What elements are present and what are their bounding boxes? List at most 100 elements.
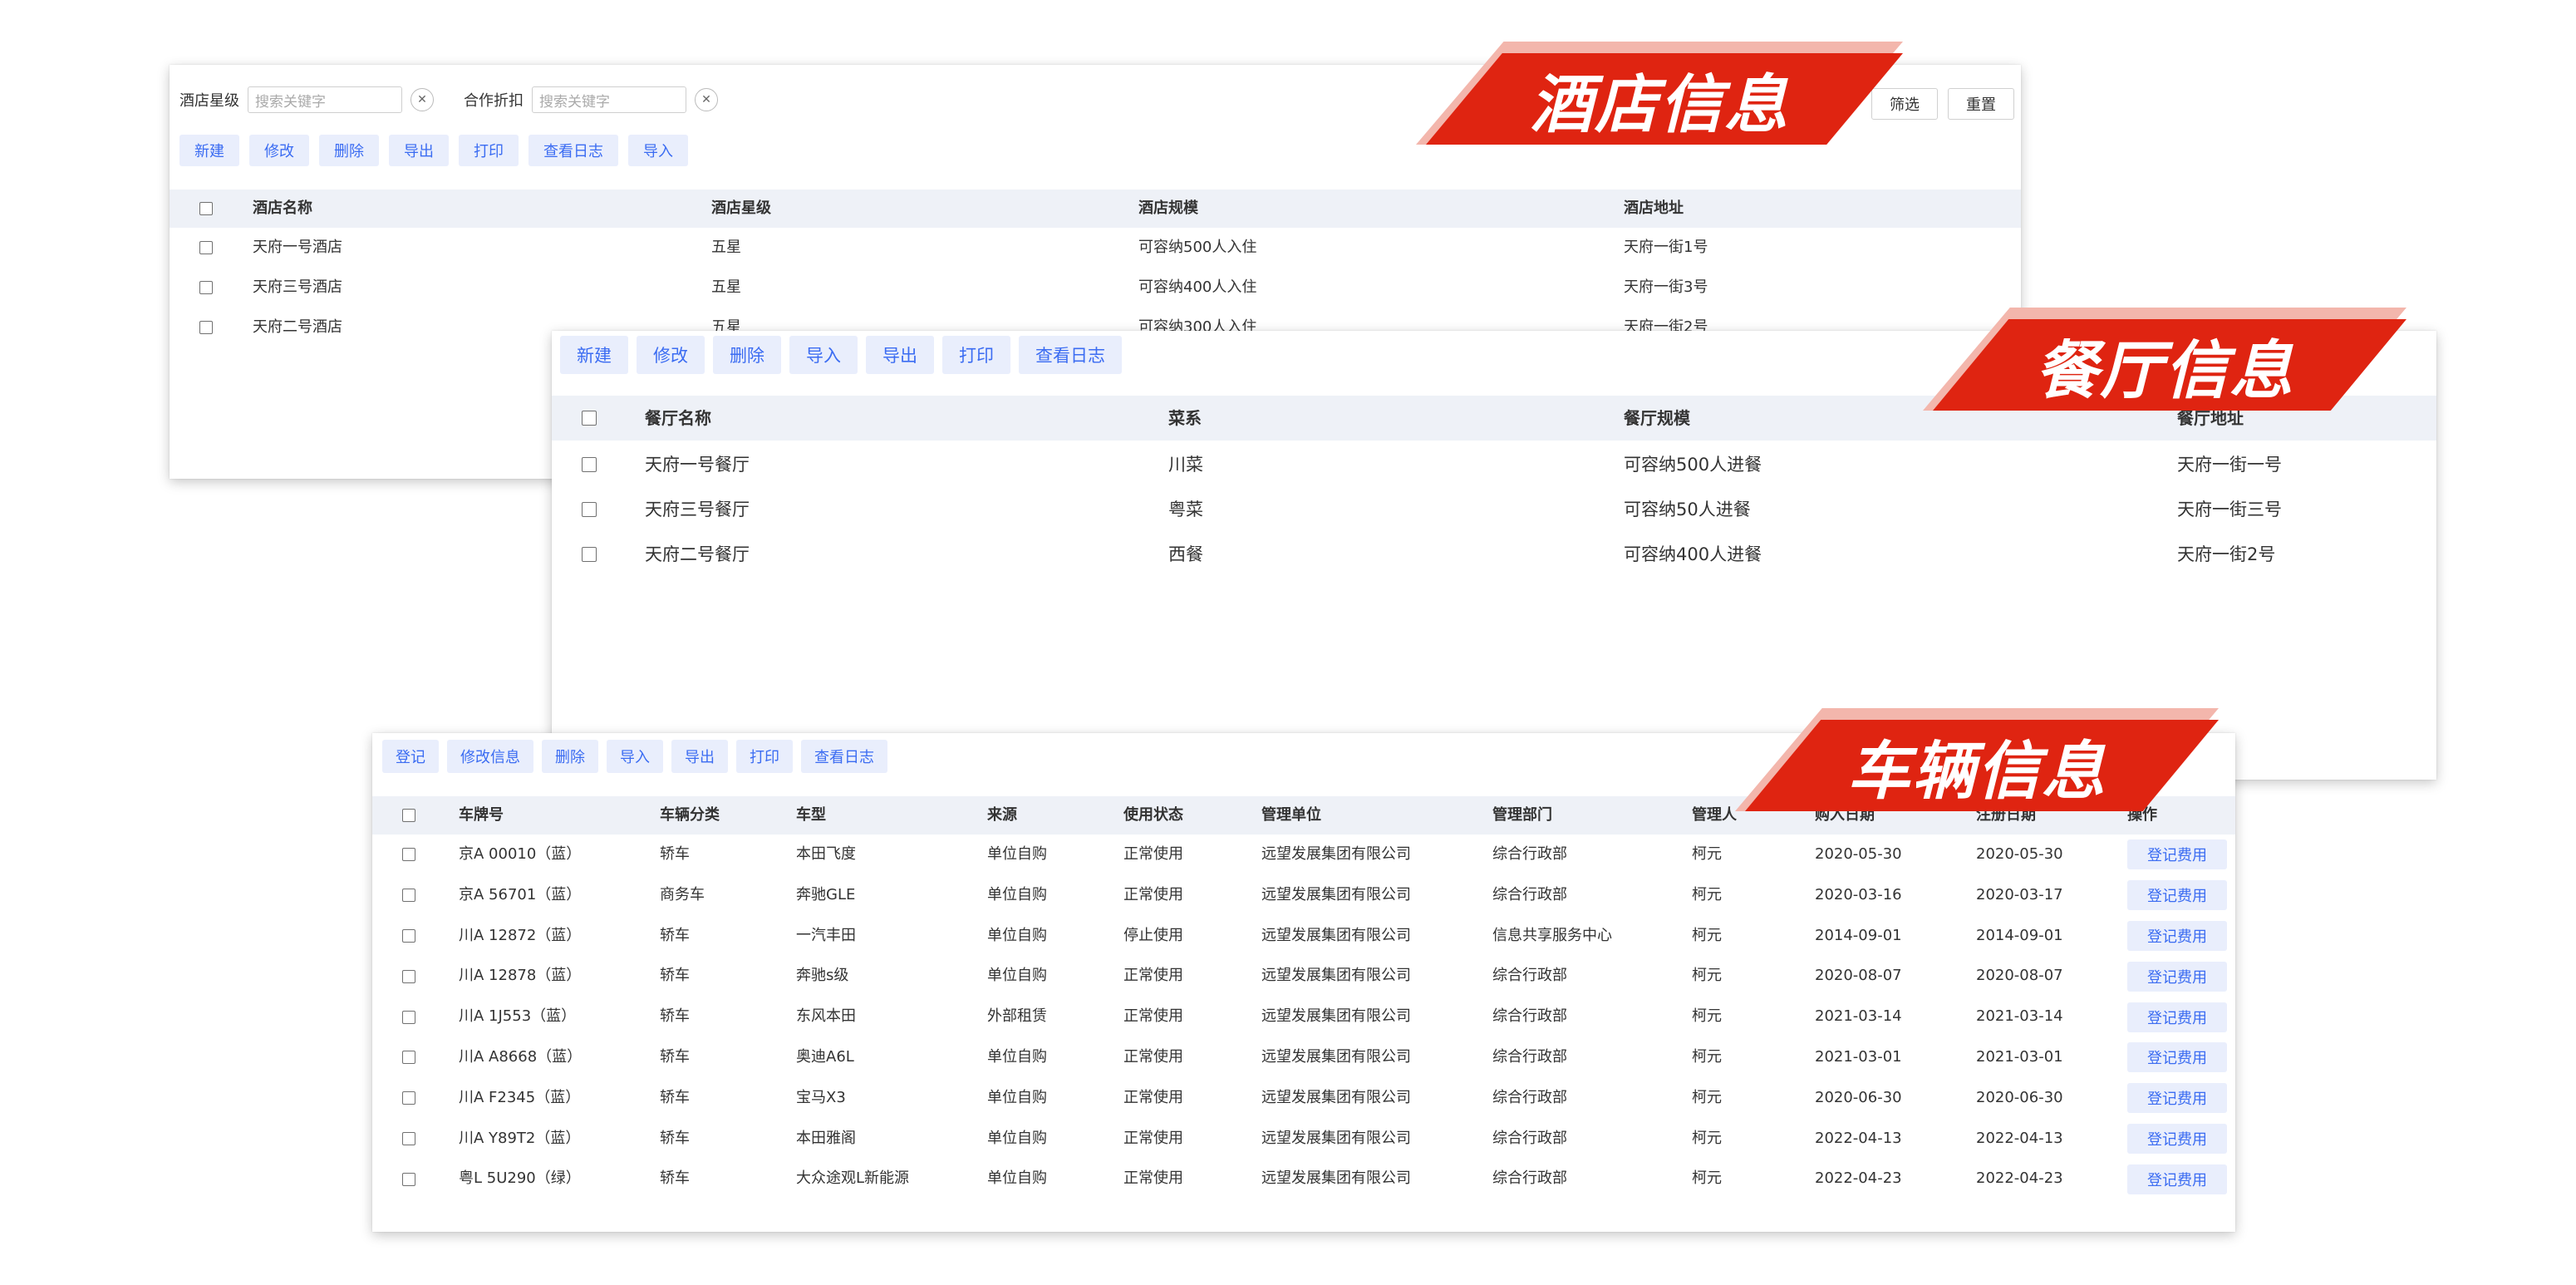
vehicle-toolbar-button[interactable]: 导入	[607, 740, 663, 773]
register-fee-button[interactable]: 登记费用	[2127, 1164, 2227, 1194]
table-cell: 正常使用	[1123, 1129, 1183, 1147]
table-cell: 正常使用	[1123, 1007, 1183, 1026]
register-fee-button[interactable]: 登记费用	[2127, 1042, 2227, 1073]
row-checkbox[interactable]	[402, 848, 415, 862]
vehicle-toolbar-button[interactable]: 删除	[542, 740, 598, 773]
star-search-input[interactable]: 搜索关键字	[248, 86, 402, 113]
vehicle-toolbar-button[interactable]: 登记	[382, 740, 439, 773]
table-cell: 2021-03-01	[1976, 1048, 2063, 1066]
table-cell: 2020-06-30	[1815, 1088, 1902, 1106]
restaurant-toolbar-button[interactable]: 修改	[637, 336, 705, 374]
row-checkbox[interactable]	[582, 547, 597, 562]
row-checkbox[interactable]	[402, 1172, 415, 1186]
table-cell: 单位自购	[987, 1129, 1047, 1147]
table-cell: 正常使用	[1123, 1088, 1183, 1106]
register-fee-button[interactable]: 登记费用	[2127, 1002, 2227, 1032]
table-cell: 轿车	[660, 926, 690, 944]
table-cell: 远望发展集团有限公司	[1261, 885, 1411, 903]
column-header: 酒店规模	[1138, 199, 1198, 217]
table-cell: 柯元	[1692, 926, 1722, 944]
vehicle-toolbar-button[interactable]: 修改信息	[447, 740, 533, 773]
column-header: 酒店名称	[253, 199, 312, 217]
row-checkbox[interactable]	[402, 969, 415, 983]
table-cell: 轿车	[660, 845, 690, 863]
table-cell: 川A 1J553（蓝）	[459, 1007, 577, 1026]
reset-button[interactable]: 重置	[1948, 88, 2014, 120]
table-cell: 单位自购	[987, 1048, 1047, 1066]
register-fee-button[interactable]: 登记费用	[2127, 1124, 2227, 1154]
row-checkbox[interactable]	[199, 321, 213, 334]
table-cell: 2021-03-14	[1815, 1007, 1902, 1026]
vehicle-toolbar-button[interactable]: 查看日志	[801, 740, 887, 773]
table-cell: 单位自购	[987, 845, 1047, 863]
table-cell: 单位自购	[987, 1088, 1047, 1106]
table-cell: 正常使用	[1123, 1048, 1183, 1066]
table-cell: 综合行政部	[1492, 967, 1567, 985]
table-cell: 五星	[711, 239, 741, 256]
row-checkbox[interactable]	[582, 502, 597, 517]
register-fee-button[interactable]: 登记费用	[2127, 880, 2227, 911]
table-cell: 单位自购	[987, 1169, 1047, 1188]
hotel-toolbar-button[interactable]: 删除	[319, 135, 379, 166]
filter-label-discount: 合作折扣	[464, 92, 524, 110]
table-cell: 正常使用	[1123, 967, 1183, 985]
table-cell: 柯元	[1692, 967, 1722, 985]
table-cell: 商务车	[660, 885, 705, 903]
table-cell: 京A 56701（蓝）	[459, 885, 582, 903]
restaurant-toolbar-button[interactable]: 导出	[866, 336, 934, 374]
row-checkbox[interactable]	[402, 929, 415, 943]
restaurant-toolbar-button[interactable]: 导入	[789, 336, 858, 374]
table-cell: 柯元	[1692, 1007, 1722, 1026]
row-checkbox[interactable]	[402, 1132, 415, 1145]
table-cell: 可容纳400人进餐	[1624, 544, 1762, 564]
table-cell: 本田雅阁	[796, 1129, 856, 1147]
hotel-toolbar-button[interactable]: 修改	[249, 135, 309, 166]
hotel-toolbar-button[interactable]: 查看日志	[528, 135, 618, 166]
row-checkbox[interactable]	[402, 889, 415, 903]
register-fee-button[interactable]: 登记费用	[2127, 1083, 2227, 1114]
restaurant-toolbar-button[interactable]: 新建	[560, 336, 628, 374]
discount-search-input[interactable]: 搜索关键字	[532, 86, 686, 113]
table-cell: 东风本田	[796, 1007, 856, 1026]
table-cell: 一汽丰田	[796, 926, 856, 944]
hotel-table-header: 酒店名称 酒店星级 酒店规模 酒店地址	[170, 190, 2021, 228]
table-cell: 2022-04-13	[1815, 1129, 1902, 1147]
row-checkbox[interactable]	[402, 1091, 415, 1105]
hotel-banner: 酒店信息	[1416, 42, 1903, 145]
select-all-checkbox[interactable]	[582, 411, 597, 426]
table-cell: 2020-06-30	[1976, 1088, 2063, 1106]
restaurant-toolbar-button[interactable]: 打印	[942, 336, 1010, 374]
column-header: 来源	[987, 806, 1017, 824]
hotel-toolbar-button[interactable]: 导入	[628, 135, 688, 166]
select-all-checkbox[interactable]	[402, 809, 415, 822]
table-cell: 单位自购	[987, 967, 1047, 985]
vehicle-banner-title: 车辆信息	[1847, 734, 2107, 808]
table-cell: 天府二号酒店	[253, 318, 342, 336]
hotel-toolbar-button[interactable]: 打印	[459, 135, 519, 166]
register-fee-button[interactable]: 登记费用	[2127, 839, 2227, 870]
restaurant-toolbar-button[interactable]: 删除	[713, 336, 781, 374]
vehicle-toolbar-button[interactable]: 打印	[736, 740, 793, 773]
clear-icon[interactable]: ✕	[695, 88, 718, 111]
table-cell: 五星	[711, 278, 741, 296]
hotel-toolbar-button[interactable]: 新建	[179, 135, 239, 166]
row-checkbox[interactable]	[582, 457, 597, 472]
row-checkbox[interactable]	[199, 241, 213, 254]
row-checkbox[interactable]	[199, 281, 213, 294]
hotel-toolbar-button[interactable]: 导出	[389, 135, 449, 166]
table-cell: 2020-03-16	[1815, 885, 1902, 903]
row-checkbox[interactable]	[402, 1010, 415, 1024]
row-checkbox[interactable]	[402, 1051, 415, 1065]
restaurant-banner-title: 餐厅信息	[2035, 333, 2294, 407]
register-fee-button[interactable]: 登记费用	[2127, 961, 2227, 992]
select-all-checkbox[interactable]	[199, 202, 213, 215]
table-cell: 柯元	[1692, 1048, 1722, 1066]
clear-icon[interactable]: ✕	[410, 88, 434, 111]
vehicle-toolbar-button[interactable]: 导出	[671, 740, 728, 773]
column-header: 菜系	[1168, 408, 1202, 428]
restaurant-toolbar-button[interactable]: 查看日志	[1019, 336, 1122, 374]
table-cell: 2020-03-17	[1976, 885, 2063, 903]
register-fee-button[interactable]: 登记费用	[2127, 921, 2227, 951]
table-cell: 可容纳50人进餐	[1624, 500, 1751, 519]
filter-label-star: 酒店星级	[179, 92, 239, 110]
